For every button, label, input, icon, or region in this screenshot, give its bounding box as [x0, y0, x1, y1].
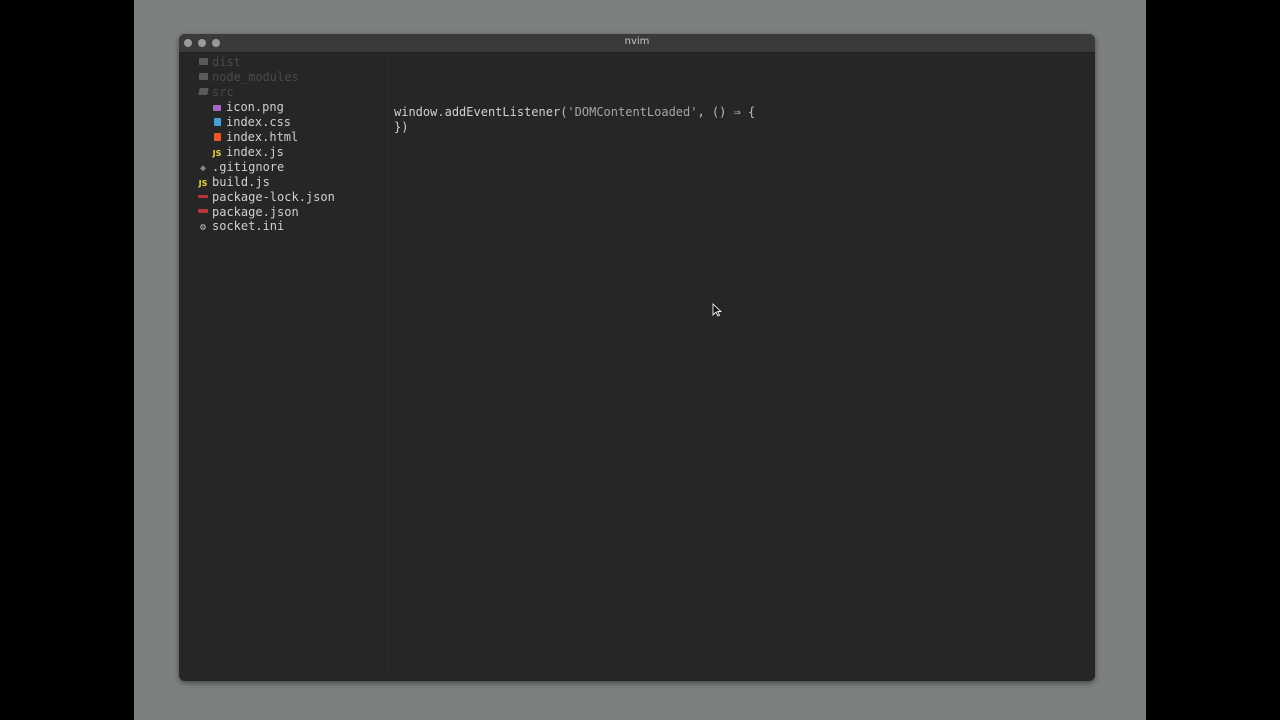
tree-item-label: index.html — [226, 130, 299, 144]
html-file-icon — [212, 131, 222, 146]
code-token-rest: , () ⇒ { — [697, 105, 756, 119]
folder-icon — [198, 56, 208, 71]
tree-item-build-js[interactable]: JS build.js — [198, 175, 270, 190]
tree-item-label: index.css — [226, 115, 292, 129]
tree-item-index-css[interactable]: index.css — [212, 115, 291, 130]
npm-icon — [198, 191, 208, 206]
git-icon: ◆ — [199, 163, 207, 174]
tree-item-label: src — [212, 85, 234, 99]
tree-item-index-html[interactable]: index.html — [212, 130, 298, 145]
js-file-icon: JS — [198, 179, 208, 188]
tree-item-dist[interactable]: dist — [198, 55, 241, 70]
js-file-icon: JS — [212, 149, 222, 158]
code-token-dot: . — [437, 105, 445, 119]
css-file-icon — [212, 116, 222, 131]
tree-item-gitignore[interactable]: ◆ .gitignore — [198, 160, 284, 175]
code-token-method: addEventListener — [444, 105, 561, 119]
tree-item-node-modules[interactable]: node_modules — [198, 70, 299, 85]
tree-item-label: icon.png — [226, 100, 284, 114]
window-titlebar[interactable]: nvim — [179, 34, 1095, 53]
code-editor[interactable]: window.addEventListener('DOMContentLoade… — [394, 53, 1090, 677]
code-token-string: 'DOMContentLoaded' — [567, 105, 698, 119]
folder-open-icon — [197, 86, 209, 101]
tree-item-label: node_modules — [212, 70, 299, 84]
tree-item-package-json[interactable]: package.json — [198, 205, 299, 220]
gear-icon: ⚙ — [199, 222, 207, 233]
tree-item-label: build.js — [212, 175, 270, 189]
tree-item-label: index.js — [226, 145, 284, 159]
code-token-ident: window — [394, 105, 438, 119]
tree-item-socket-ini[interactable]: ⚙ socket.ini — [198, 219, 284, 234]
code-line-1: window.addEventListener('DOMContentLoade… — [394, 105, 755, 120]
image-file-icon — [212, 101, 222, 116]
tree-item-package-lock-json[interactable]: package-lock.json — [198, 190, 335, 205]
tree-item-icon-png[interactable]: icon.png — [212, 100, 284, 115]
code-line-2: }) — [394, 120, 409, 134]
tree-item-label: package.json — [212, 205, 299, 219]
tree-item-label: .gitignore — [212, 160, 285, 174]
tree-item-label: package-lock.json — [212, 190, 335, 204]
tree-item-src[interactable]: src — [197, 85, 234, 101]
tree-item-label: socket.ini — [212, 219, 285, 233]
window-content: dist node_modules src icon.png index.css… — [184, 53, 1090, 677]
file-tree: dist node_modules src icon.png index.css… — [184, 53, 388, 677]
window-title: nvim — [624, 36, 650, 47]
tree-item-label: dist — [212, 55, 241, 69]
nvim-window: nvim dist node_modules src icon.png inde… — [179, 34, 1095, 681]
tree-item-index-js[interactable]: JS index.js — [212, 145, 284, 160]
mouse-pointer-icon — [712, 303, 722, 317]
folder-icon — [198, 71, 208, 86]
